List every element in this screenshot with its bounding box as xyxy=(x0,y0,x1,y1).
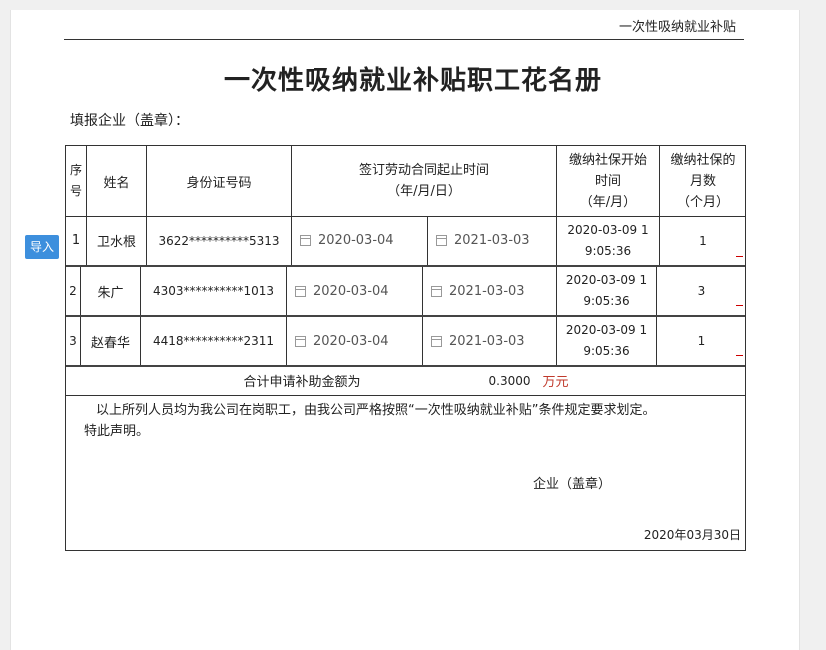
header-months-line1: 缴纳社保的 xyxy=(670,152,736,168)
header-months: 缴纳社保的 月数 （个月） xyxy=(660,146,746,216)
header-doc-name: 一次性吸纳就业补贴 xyxy=(64,18,744,40)
social-start-time: 2020-03-09 1 9:05:36 xyxy=(557,216,659,265)
header-id: 身份证号码 xyxy=(186,175,252,191)
fill-company-label: 填报企业（盖章）： xyxy=(70,113,189,129)
header-months-line2: 月数 xyxy=(689,173,716,189)
row-name: 朱广 xyxy=(97,285,124,301)
total-label: 合计申请补助金额为 xyxy=(243,375,361,390)
social-start-line2: 9:05:36 xyxy=(583,294,630,308)
social-start-line2: 9:05:36 xyxy=(583,344,630,358)
row-seq: 2 xyxy=(69,284,77,298)
statement: 以上所列人员均为我公司在岗职工，由我公司严格按照“一次性吸纳就业补贴”条件规定要… xyxy=(84,400,656,442)
total-value: 0.3000 xyxy=(488,373,531,388)
calendar-icon xyxy=(431,285,442,297)
social-start-line1: 2020-03-09 1 xyxy=(567,222,649,237)
header-start-time: 缴纳社保开始 时间 （年/月） xyxy=(557,146,659,216)
contract-end-value: 2021-03-03 xyxy=(449,333,525,349)
header-start-line3: （年/月） xyxy=(579,194,637,210)
header-contract-line2: （年/月/日） xyxy=(387,184,461,199)
roster-table: 序号 姓名 身份证号码 签订劳动合同起止时间 （年/月/日） 缴纳社保开始 时间… xyxy=(65,145,746,551)
contract-end-value: 2021-03-03 xyxy=(454,233,530,248)
row-id: 4303**********1013 xyxy=(152,284,275,298)
months-value[interactable]: 1 xyxy=(660,216,746,265)
months-value[interactable]: 1 xyxy=(657,317,746,365)
statement-line2: 特此声明。 xyxy=(84,424,150,439)
calendar-icon xyxy=(431,335,442,347)
contract-start-field[interactable]: 2020-03-04 xyxy=(287,267,422,315)
statement-line1: 以上所列人员均为我公司在岗职工，由我公司严格按照“一次性吸纳就业补贴”条件规定要… xyxy=(96,403,656,418)
row-name: 卫水根 xyxy=(96,235,136,250)
calendar-icon xyxy=(295,285,306,297)
months-value[interactable]: 3 xyxy=(657,267,746,315)
contract-end-value: 2021-03-03 xyxy=(449,283,525,299)
social-start-time: 2020-03-09 1 9:05:36 xyxy=(557,317,656,365)
header-months-line3: （个月） xyxy=(676,194,729,210)
contract-start-field[interactable]: 2020-03-04 xyxy=(292,216,427,265)
social-start-line1: 2020-03-09 1 xyxy=(565,273,648,287)
header-start-line1: 缴纳社保开始 xyxy=(568,152,647,168)
contract-start-field[interactable]: 2020-03-04 xyxy=(287,317,422,365)
header-contract-line1: 签订劳动合同起止时间 xyxy=(358,163,489,178)
calendar-icon xyxy=(300,235,311,246)
header-contract: 签订劳动合同起止时间 （年/月/日） xyxy=(292,146,556,216)
row-seq: 3 xyxy=(69,334,77,348)
contract-end-field[interactable]: 2021-03-03 xyxy=(428,216,556,265)
header-name: 姓名 xyxy=(103,175,130,191)
import-button[interactable]: 导入 xyxy=(25,235,59,259)
contract-end-field[interactable]: 2021-03-03 xyxy=(423,317,556,365)
total-row: 合计申请补助金额为 0.3000 万元 xyxy=(66,367,746,394)
row-seq: 1 xyxy=(71,233,81,248)
required-mark xyxy=(736,256,743,257)
total-unit: 万元 xyxy=(542,375,569,390)
contract-start-value: 2020-03-04 xyxy=(313,283,389,299)
required-mark xyxy=(736,355,743,356)
contract-start-value: 2020-03-04 xyxy=(313,333,389,349)
row-name: 赵春华 xyxy=(90,335,130,351)
calendar-icon xyxy=(295,335,306,347)
header-seq: 序号 xyxy=(66,146,86,216)
contract-end-field[interactable]: 2021-03-03 xyxy=(423,267,556,315)
page-title: 一次性吸纳就业补贴职工花名册 xyxy=(223,66,602,96)
row-id: 3622**********5313 xyxy=(158,233,280,248)
calendar-icon xyxy=(436,235,447,246)
sign-date: 2020年03月30日 xyxy=(643,528,741,542)
social-start-time: 2020-03-09 1 9:05:36 xyxy=(557,267,656,315)
contract-start-value: 2020-03-04 xyxy=(318,233,394,248)
row-id: 4418**********2311 xyxy=(152,334,275,348)
required-mark xyxy=(736,305,743,306)
header-seq-text: 序号 xyxy=(69,163,82,198)
social-start-line1: 2020-03-09 1 xyxy=(565,323,648,337)
company-seal-label: 企业（盖章） xyxy=(533,477,612,492)
header-start-line2: 时间 xyxy=(594,173,621,189)
social-start-line2: 9:05:36 xyxy=(584,243,632,258)
